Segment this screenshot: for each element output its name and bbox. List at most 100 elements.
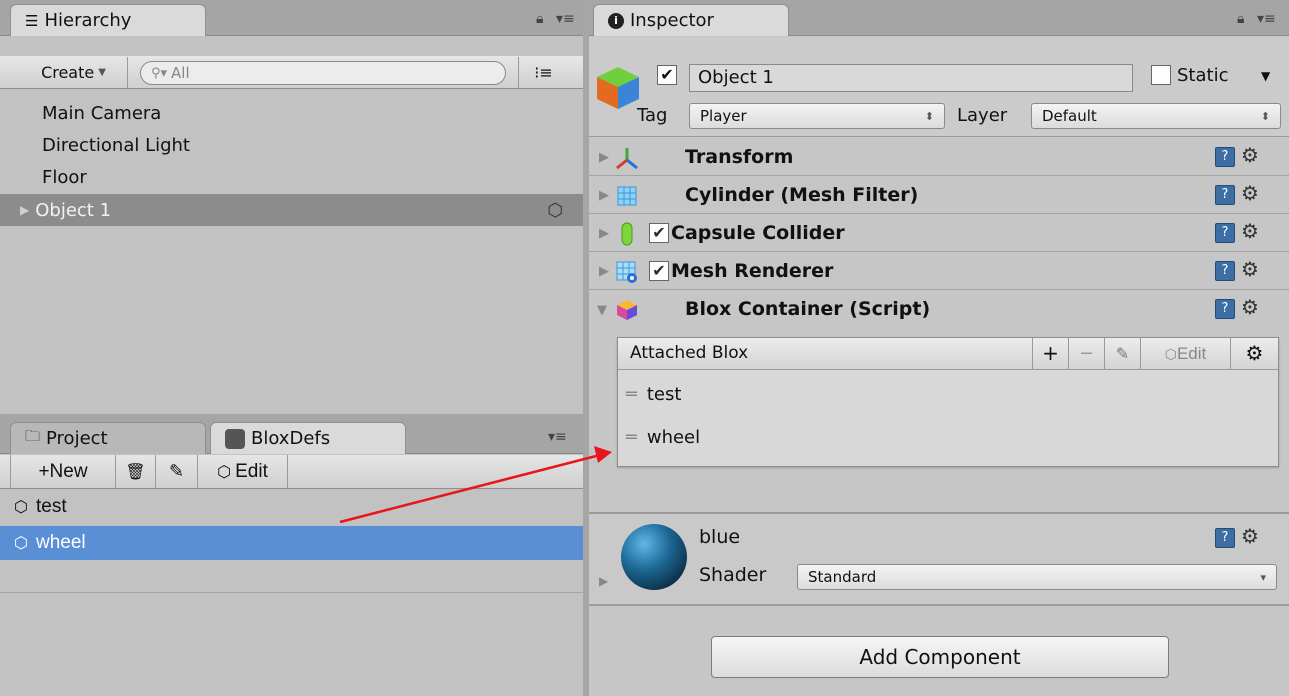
create-button-label: Create [41,63,95,82]
sort-button[interactable]: ⁝≡ [518,57,568,88]
hierarchy-item[interactable]: Directional Light [42,135,190,156]
blox-cube-icon [225,428,245,449]
mesh-renderer-checkbox[interactable]: ✔ [649,261,669,281]
project-item-label: test [35,496,67,517]
project-selected-label: wheel [35,532,86,553]
gear-icon[interactable]: ⚙ [1241,181,1259,205]
tab-bloxdefs[interactable]: BloxDefs [210,422,406,454]
component-name: Cylinder (Mesh Filter) [685,184,919,206]
tab-hierarchy-label: Hierarchy [44,10,132,31]
component-name: Capsule Collider [671,222,845,244]
hierarchy-search-input[interactable]: ⚲▾ All [140,61,506,85]
gear-icon[interactable]: ⚙ [1241,295,1259,319]
attached-blox-label: wheel [646,427,701,448]
panel-menu-icon[interactable]: ▾≡ [1257,11,1276,27]
rename-blox-button[interactable]: ✎ [1104,338,1140,369]
drag-handle-icon[interactable]: ═ [626,384,637,405]
component-mesh-renderer[interactable]: ▶ ✔ Mesh Renderer ? ⚙ [589,253,1289,290]
lock-icon[interactable]: 🔒︎ [1237,11,1244,27]
component-capsule-collider[interactable]: ▶ ✔ Capsule Collider ? ⚙ [589,215,1289,252]
search-icon: ⚲▾ [151,65,168,81]
component-mesh-filter[interactable]: ▶ Cylinder (Mesh Filter) ? ⚙ [589,177,1289,214]
help-icon[interactable]: ? [1215,261,1235,281]
expand-arrow-icon[interactable]: ▶ [599,188,609,203]
remove-blox-button[interactable]: − [1068,338,1104,369]
project-item[interactable]: ⬡ test [14,496,67,518]
static-dropdown-icon[interactable]: ▼ [1261,69,1270,83]
attached-blox-header: Attached Blox + − ✎ ⬡Edit ⚙ [618,338,1278,370]
tab-project[interactable]: 🗀 Project [10,422,206,454]
hierarchy-item[interactable]: Floor [42,167,87,188]
project-tabstrip: 🗀 Project BloxDefs ▾≡ [0,418,583,454]
collapse-arrow-icon[interactable]: ▼ [597,303,607,318]
help-icon[interactable]: ? [1215,185,1235,205]
caret-down-icon: ▾ [1260,570,1266,584]
attached-blox-item[interactable]: ═ wheel [626,427,700,448]
expand-arrow-icon[interactable]: ▶ [599,226,609,241]
create-button[interactable]: Create ▼ [20,57,128,88]
panel-menu-icon[interactable]: ▾≡ [548,429,567,445]
gear-icon[interactable]: ⚙ [1241,257,1259,281]
capsule-collider-checkbox[interactable]: ✔ [649,223,669,243]
new-button[interactable]: +New [10,455,116,488]
tag-dropdown[interactable]: Player ⬍ [689,103,945,129]
lock-icon[interactable]: 🔒︎ [536,11,543,27]
info-icon: i [608,12,624,29]
pencil-icon: ✎ [1115,344,1130,363]
list-icon: ☰ [25,11,39,30]
hierarchy-tabstrip: ☰ Hierarchy 🔒︎ ▾≡ [0,0,583,36]
tab-inspector[interactable]: i Inspector [593,4,789,36]
inspector-tabstrip: i Inspector 🔒︎ ▾≡ [589,0,1289,36]
project-panel: 🗀 Project BloxDefs ▾≡ +New 🗑︎ ✎ ⬡ Edit ⬡… [0,418,583,696]
panel-menu-icon[interactable]: ▾≡ [556,11,575,27]
expand-arrow-icon[interactable]: ▶ [599,574,608,588]
drag-handle-icon[interactable]: ═ [626,427,637,448]
gear-icon[interactable]: ⚙ [1241,143,1259,167]
help-icon[interactable]: ? [1215,147,1235,167]
tab-inspector-label: Inspector [630,10,714,31]
settings-blox-button[interactable]: ⚙ [1230,338,1278,369]
component-blox-container[interactable]: ▼ Blox Container (Script) ? ⚙ [589,291,1289,328]
add-component-button[interactable]: Add Component [711,636,1169,678]
updown-arrow-icon: ⬍ [924,109,934,123]
help-icon[interactable]: ? [1215,528,1235,548]
material-sphere-preview [621,524,687,590]
shader-dropdown[interactable]: Standard ▾ [797,564,1277,590]
expand-arrow-icon[interactable]: ▶ [599,150,609,165]
hierarchy-item[interactable]: Main Camera [42,103,161,124]
gear-icon[interactable]: ⚙ [1241,219,1259,243]
edit-button[interactable]: ⬡ Edit [198,455,288,488]
tag-label: Tag [637,105,668,126]
object-name-input[interactable]: Object 1 [689,64,1133,92]
blox-outline-icon: ⬡ [14,499,28,516]
shader-dropdown-value: Standard [808,568,877,586]
gear-icon[interactable]: ⚙ [1241,524,1259,548]
delete-button[interactable]: 🗑︎ [116,455,156,488]
mesh-filter-icon [617,186,637,206]
add-blox-button[interactable]: + [1032,338,1068,369]
hierarchy-item-selected[interactable]: ▶ Object 1 ⬡ [0,194,583,226]
static-checkbox[interactable] [1151,65,1171,85]
component-transform[interactable]: ▶ Transform ? ⚙ [589,139,1289,176]
caret-down-icon: ▼ [98,67,106,78]
rename-button[interactable]: ✎ [156,455,198,488]
expand-arrow-icon[interactable]: ▶ [599,264,609,279]
edit-blox-button[interactable]: ⬡Edit [1140,338,1230,369]
tab-hierarchy[interactable]: ☰ Hierarchy [10,4,206,36]
material-section: ▶ blue Shader Standard ▾ ? ⚙ [589,514,1289,606]
folder-icon: 🗀 [25,427,41,445]
help-icon[interactable]: ? [1215,299,1235,319]
help-icon[interactable]: ? [1215,223,1235,243]
layer-dropdown-value: Default [1042,107,1097,125]
layer-dropdown[interactable]: Default ⬍ [1031,103,1281,129]
attached-blox-item[interactable]: ═ test [626,384,681,405]
object-active-checkbox[interactable]: ✔ [657,65,677,85]
new-button-label: +New [38,460,88,482]
hierarchy-toolbar-bar: Create ▼ ⚲▾ All ⁝≡ [0,57,583,89]
tab-project-label: Project [46,428,108,449]
blox-container-icon [617,300,637,320]
expand-arrow-icon[interactable]: ▶ [20,203,29,217]
mesh-renderer-icon [616,261,637,283]
project-item-selected[interactable]: ⬡ wheel [0,526,583,560]
sort-icon: ⁝≡ [534,63,553,82]
